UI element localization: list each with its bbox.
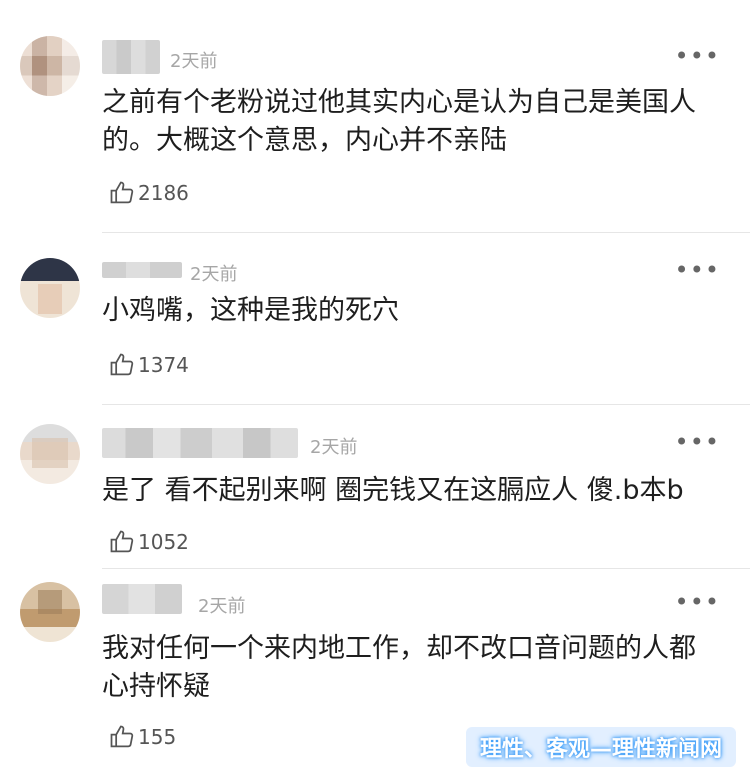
- divider: [102, 568, 750, 569]
- thumbs-up-icon: [110, 725, 134, 748]
- like-count: 1374: [138, 353, 189, 377]
- more-options-icon[interactable]: •••: [675, 258, 720, 282]
- watermark: 理性、客观—理性新闻网: [465, 727, 736, 767]
- like-button[interactable]: 2186: [108, 178, 189, 208]
- more-options-icon[interactable]: •••: [675, 44, 720, 68]
- like-button[interactable]: 1052: [108, 527, 189, 557]
- comment-time: 2天前: [310, 437, 358, 458]
- username-blurred[interactable]: [102, 262, 182, 278]
- comment-text: 我对任何一个来内地工作，却不改口音问题的人都心持怀疑: [102, 633, 696, 702]
- thumbs-up-icon: [110, 530, 134, 553]
- like-count: 155: [138, 725, 177, 749]
- username-blurred[interactable]: [102, 40, 160, 74]
- comment-text: 是了 看不起别来啊 圈完钱又在这膈应人 傻.b本b: [102, 475, 684, 506]
- avatar[interactable]: [20, 582, 80, 642]
- like-count: 2186: [138, 181, 189, 205]
- comment-time: 2天前: [170, 51, 218, 72]
- divider: [102, 404, 750, 405]
- thumbs-up-icon: [110, 353, 134, 376]
- like-count: 1052: [138, 530, 189, 554]
- username-blurred[interactable]: [102, 584, 182, 614]
- more-options-icon[interactable]: •••: [675, 430, 720, 454]
- username-blurred[interactable]: [102, 428, 298, 458]
- avatar[interactable]: [20, 424, 80, 484]
- avatar[interactable]: [20, 36, 80, 96]
- thumbs-up-icon: [110, 181, 134, 204]
- like-button[interactable]: 1374: [108, 350, 189, 380]
- comment-text: 小鸡嘴，这种是我的死穴: [102, 295, 399, 326]
- comment-text: 之前有个老粉说过他其实内心是认为自己是美国人的。大概这个意思，内心并不亲陆: [102, 87, 696, 156]
- divider: [102, 232, 750, 233]
- more-options-icon[interactable]: •••: [675, 590, 720, 614]
- like-button[interactable]: 155: [108, 722, 176, 752]
- avatar[interactable]: [20, 258, 80, 318]
- comment-time: 2天前: [198, 596, 246, 617]
- comment-time: 2天前: [190, 264, 238, 285]
